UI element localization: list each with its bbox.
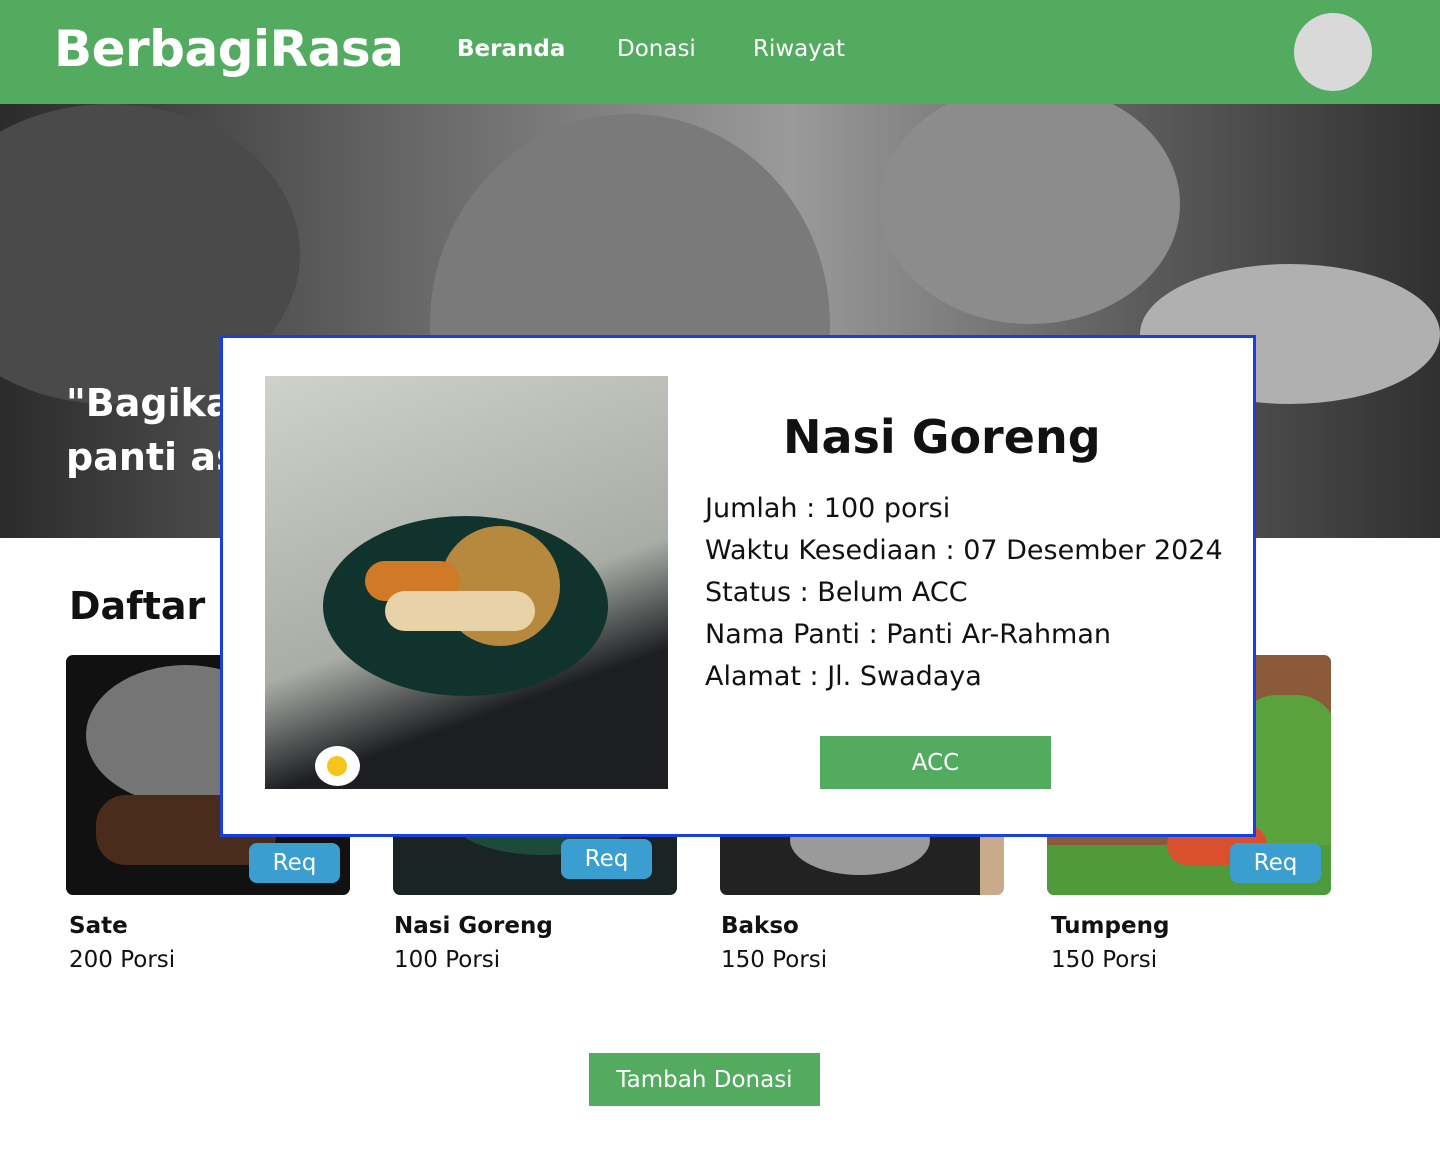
food-name: Bakso bbox=[721, 913, 799, 939]
food-name: Nasi Goreng bbox=[394, 913, 553, 939]
navbar: BerbagiRasa Beranda Donasi Riwayat bbox=[0, 0, 1440, 104]
acc-button[interactable]: ACC bbox=[820, 736, 1051, 789]
food-name: Tumpeng bbox=[1051, 913, 1170, 939]
req-button[interactable]: Req bbox=[249, 843, 340, 883]
detail-waktu-kesediaan: Waktu Kesediaan : 07 Desember 2024 bbox=[705, 535, 1223, 566]
modal-food-image bbox=[265, 376, 668, 789]
detail-nama-panti: Nama Panti : Panti Ar-Rahman bbox=[705, 619, 1112, 650]
detail-alamat: Alamat : Jl. Swadaya bbox=[705, 661, 982, 692]
nav-riwayat[interactable]: Riwayat bbox=[753, 36, 845, 62]
food-quantity: 150 Porsi bbox=[721, 947, 828, 973]
hero-photo-shape bbox=[880, 104, 1180, 324]
detail-modal: Nasi Goreng Jumlah : 100 porsi Waktu Kes… bbox=[220, 335, 1256, 837]
avatar[interactable] bbox=[1294, 13, 1372, 91]
modal-title: Nasi Goreng bbox=[783, 410, 1101, 464]
nav-beranda[interactable]: Beranda bbox=[457, 36, 565, 62]
food-name: Sate bbox=[69, 913, 128, 939]
brand-logo[interactable]: BerbagiRasa bbox=[54, 20, 404, 78]
add-donation-button[interactable]: Tambah Donasi bbox=[589, 1053, 820, 1106]
detail-status: Status : Belum ACC bbox=[705, 577, 968, 608]
detail-jumlah: Jumlah : 100 porsi bbox=[705, 493, 951, 524]
food-quantity: 150 Porsi bbox=[1051, 947, 1158, 973]
req-button[interactable]: Req bbox=[561, 839, 652, 879]
nav-donasi[interactable]: Donasi bbox=[617, 36, 696, 62]
food-quantity: 100 Porsi bbox=[394, 947, 501, 973]
hero-quote-line1: "Bagika bbox=[66, 381, 232, 425]
food-quantity: 200 Porsi bbox=[69, 947, 176, 973]
hero-quote-line2: panti as bbox=[66, 435, 239, 479]
hero-quote: "Bagika panti as bbox=[66, 376, 239, 484]
req-button[interactable]: Req bbox=[1230, 843, 1321, 883]
